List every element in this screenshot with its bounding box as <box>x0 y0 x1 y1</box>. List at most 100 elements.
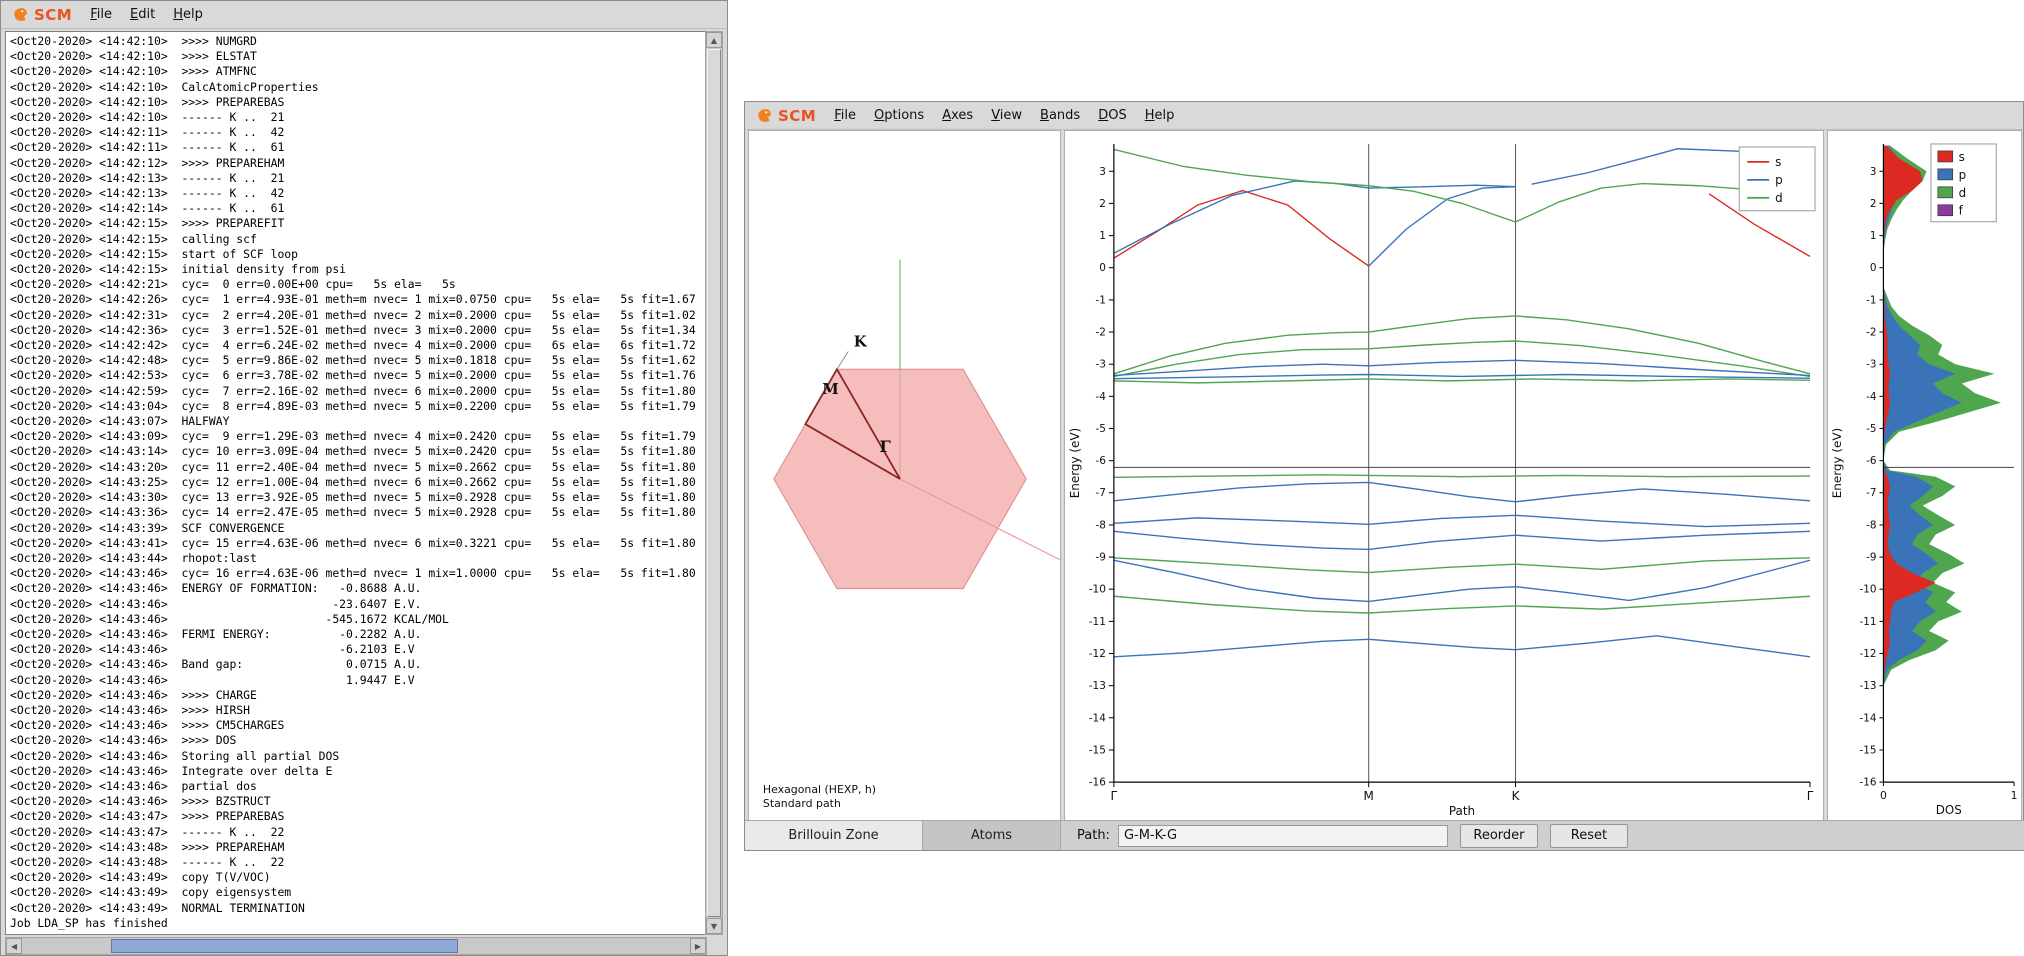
menu-item-view[interactable]: View <box>991 108 1022 123</box>
svg-text:-13: -13 <box>1089 680 1106 692</box>
svg-text:-14: -14 <box>1089 712 1106 724</box>
svg-text:Γ: Γ <box>1807 789 1814 803</box>
menu-item-options[interactable]: Options <box>874 108 924 123</box>
svg-text:-16: -16 <box>1089 777 1106 789</box>
svg-text:-2: -2 <box>1866 326 1876 338</box>
svg-text:-6: -6 <box>1866 455 1876 467</box>
bandstructure-menu: File Options Axes View Bands DOS Help <box>834 108 1174 123</box>
svg-text:Path: Path <box>1449 804 1475 818</box>
band-structure-chart: 3210-1-2-3-4-5-6-7-8-9-10-11-12-13-14-15… <box>1065 131 1823 821</box>
svg-text:-9: -9 <box>1866 552 1876 564</box>
svg-text:Energy (eV): Energy (eV) <box>1830 428 1844 498</box>
svg-text:-5: -5 <box>1866 423 1876 435</box>
svg-text:-5: -5 <box>1095 423 1105 435</box>
bottom-toolbar: Brillouin Zone Atoms Path: Reorder Reset <box>745 820 2024 850</box>
svg-text:-16: -16 <box>1860 777 1877 789</box>
svg-text:Γ: Γ <box>1111 789 1118 803</box>
svg-text:2: 2 <box>1870 198 1877 210</box>
svg-text:-11: -11 <box>1089 616 1106 628</box>
menu-item-axes[interactable]: Axes <box>942 108 973 123</box>
menu-item-edit[interactable]: Edit <box>130 7 155 22</box>
desktop: SCM File Edit Help <Oct20-2020> <14:42:10>… <box>0 0 2024 956</box>
path-input[interactable] <box>1118 825 1448 847</box>
svg-text:DOS: DOS <box>1936 803 1962 817</box>
logfile-window: SCM File Edit Help <Oct20-2020> <14:42:10>… <box>0 0 728 956</box>
svg-text:M: M <box>1364 789 1374 803</box>
logfile-menu: File Edit Help <box>90 7 203 22</box>
path-label: Path: <box>1077 828 1110 843</box>
menu-item-help[interactable]: Help <box>1145 108 1175 123</box>
svg-text:Energy (eV): Energy (eV) <box>1068 428 1082 499</box>
svg-text:1: 1 <box>1099 230 1106 242</box>
horizontal-scroll-thumb[interactable] <box>111 939 458 953</box>
svg-text:-3: -3 <box>1866 359 1876 371</box>
svg-text:-8: -8 <box>1866 519 1876 531</box>
brillouin-zone-panel: ΓMKHexagonal (HEXP, h)Standard path <box>748 130 1061 822</box>
svg-text:-1: -1 <box>1095 294 1105 306</box>
svg-text:1: 1 <box>2011 789 2018 802</box>
scroll-right-arrow-icon[interactable]: ▶ <box>690 938 706 954</box>
menu-item-help[interactable]: Help <box>173 7 203 22</box>
svg-text:-14: -14 <box>1860 712 1877 724</box>
svg-text:1: 1 <box>1870 230 1877 242</box>
svg-text:0: 0 <box>1099 262 1106 274</box>
scroll-down-arrow-icon[interactable]: ▼ <box>706 918 722 934</box>
svg-text:0: 0 <box>1880 789 1887 802</box>
svg-text:-12: -12 <box>1860 648 1877 660</box>
svg-text:-12: -12 <box>1089 648 1106 660</box>
dos-chart: 3 2 1 0 -1 -2 -3 -4 -5 -6 -7 -8 -9 -10 -11 -12 -13 -14 -15… <box>1828 131 2021 821</box>
svg-text:-7: -7 <box>1866 487 1876 499</box>
svg-text:p: p <box>1959 168 1967 182</box>
svg-text:d: d <box>1775 191 1783 205</box>
scm-logo-text: SCM <box>778 107 816 125</box>
svg-text:s: s <box>1775 155 1781 169</box>
svg-text:-15: -15 <box>1860 744 1877 756</box>
svg-text:p: p <box>1775 173 1783 187</box>
svg-text:-4: -4 <box>1866 391 1877 403</box>
svg-text:s: s <box>1959 150 1965 164</box>
svg-text:-7: -7 <box>1095 487 1105 499</box>
bandstructure-menubar: SCM File Options Axes View Bands DOS Help <box>745 102 2023 130</box>
menu-item-file[interactable]: File <box>90 7 112 22</box>
scm-bird-icon <box>755 106 774 125</box>
log-vertical-scrollbar[interactable]: ▲ ▼ <box>705 31 723 935</box>
svg-text:3: 3 <box>1870 166 1877 178</box>
svg-text:-1: -1 <box>1866 294 1876 306</box>
reorder-button[interactable]: Reorder <box>1460 824 1538 848</box>
svg-text:Standard path: Standard path <box>763 797 841 810</box>
svg-text:-6: -6 <box>1095 455 1105 467</box>
logfile-menubar: SCM File Edit Help <box>1 1 727 29</box>
bandstructure-window: SCM File Options Axes View Bands DOS Help Γ M K H… <box>744 101 2024 851</box>
svg-text:M: M <box>822 380 839 398</box>
tab-atoms[interactable]: Atoms <box>923 821 1061 850</box>
scm-logo[interactable]: SCM <box>11 5 72 24</box>
svg-text:0: 0 <box>1870 262 1877 274</box>
svg-text:-10: -10 <box>1860 584 1877 596</box>
svg-text:Hexagonal (HEXP, h): Hexagonal (HEXP, h) <box>763 783 876 796</box>
plots-area: Γ M K Hexagonal (HEXP, h)Standard path 3 2 1 0… <box>745 130 2024 822</box>
svg-text:d: d <box>1959 186 1967 200</box>
scroll-up-arrow-icon[interactable]: ▲ <box>706 32 722 48</box>
menu-item-file[interactable]: File <box>834 108 856 123</box>
svg-text:-9: -9 <box>1095 552 1105 564</box>
svg-text:-3: -3 <box>1095 359 1105 371</box>
svg-text:K: K <box>854 332 868 350</box>
svg-text:3: 3 <box>1099 166 1106 178</box>
svg-text:-15: -15 <box>1089 744 1106 756</box>
svg-text:-13: -13 <box>1860 680 1877 692</box>
svg-text:-10: -10 <box>1089 584 1106 596</box>
reset-button[interactable]: Reset <box>1550 824 1628 848</box>
menu-item-bands[interactable]: Bands <box>1040 108 1080 123</box>
log-text[interactable]: <Oct20-2020> <14:42:10> >>>> NUMGRD <Oct… <box>5 31 707 935</box>
scm-bird-icon <box>11 5 30 24</box>
svg-text:-11: -11 <box>1860 616 1877 628</box>
svg-text:K: K <box>1512 789 1521 803</box>
dos-panel: 3 2 1 0 -1 -2 -3 -4 -5 -6 -7 -8 -9 -10 -11 -12 -13 -14 -15… <box>1827 130 2022 822</box>
vertical-scroll-thumb[interactable] <box>707 49 721 917</box>
menu-item-dos[interactable]: DOS <box>1098 108 1127 123</box>
log-horizontal-scrollbar[interactable]: ◀ ▶ <box>5 937 707 955</box>
tab-brillouin-zone[interactable]: Brillouin Zone <box>745 821 923 850</box>
scroll-left-arrow-icon[interactable]: ◀ <box>6 938 22 954</box>
band-structure-panel: 3210-1-2-3-4-5-6-7-8-9-10-11-12-13-14-15… <box>1064 130 1824 822</box>
scm-logo[interactable]: SCM <box>755 106 816 125</box>
